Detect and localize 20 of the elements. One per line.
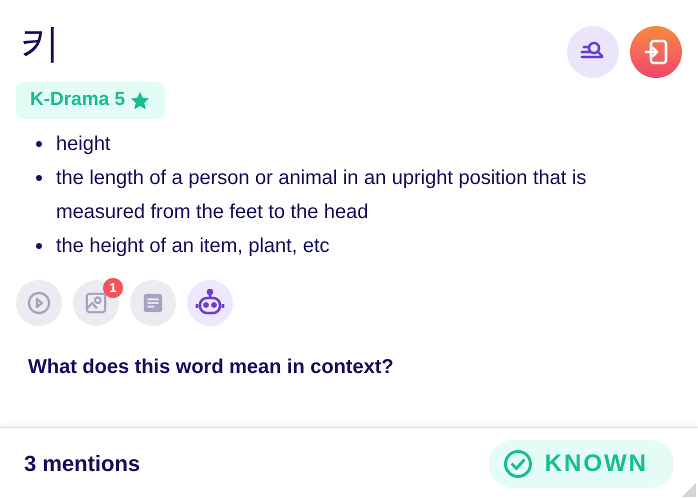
context-heading: What does this word mean in context? bbox=[28, 355, 395, 380]
count-badge: 1 bbox=[103, 278, 123, 298]
text-tool-button[interactable] bbox=[130, 280, 176, 326]
mentions-count: 3 mentions bbox=[24, 450, 140, 478]
resize-grip-icon bbox=[680, 481, 696, 497]
document-icon bbox=[142, 292, 164, 314]
export-button[interactable] bbox=[630, 26, 682, 78]
word-title: 키 bbox=[20, 20, 60, 69]
definition-text: the height of an item, plant, etc bbox=[56, 234, 330, 259]
check-circle-icon bbox=[502, 448, 533, 478]
image-icon bbox=[85, 292, 107, 314]
play-icon bbox=[27, 291, 51, 315]
search-button[interactable] bbox=[567, 26, 619, 78]
play-tool-button[interactable] bbox=[16, 280, 62, 326]
export-icon bbox=[643, 39, 669, 65]
known-button[interactable]: KNOWN bbox=[488, 440, 674, 488]
tag-label: K-Drama 5 bbox=[30, 88, 126, 112]
definition-text: height bbox=[56, 132, 110, 157]
robot-tool-button[interactable] bbox=[187, 280, 233, 326]
robot-icon bbox=[195, 289, 225, 317]
